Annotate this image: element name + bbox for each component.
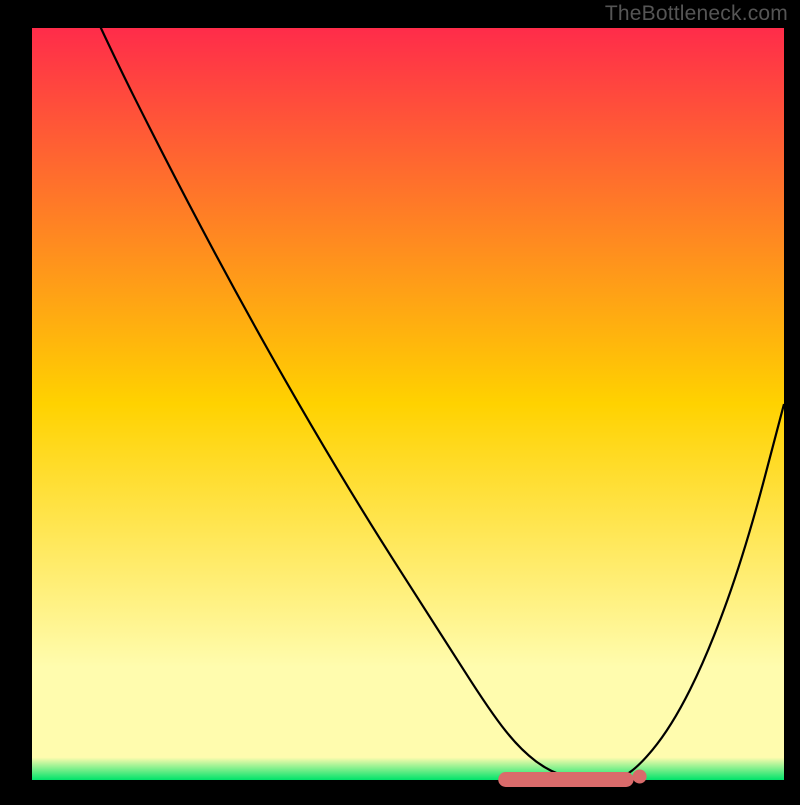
watermark-text: TheBottleneck.com [605,2,788,26]
optimal-range-marker [498,772,633,787]
plot-area [32,28,784,780]
bottleneck-chart [0,0,800,800]
chart-svg [0,0,800,800]
optimal-range-end-dot [633,770,647,784]
